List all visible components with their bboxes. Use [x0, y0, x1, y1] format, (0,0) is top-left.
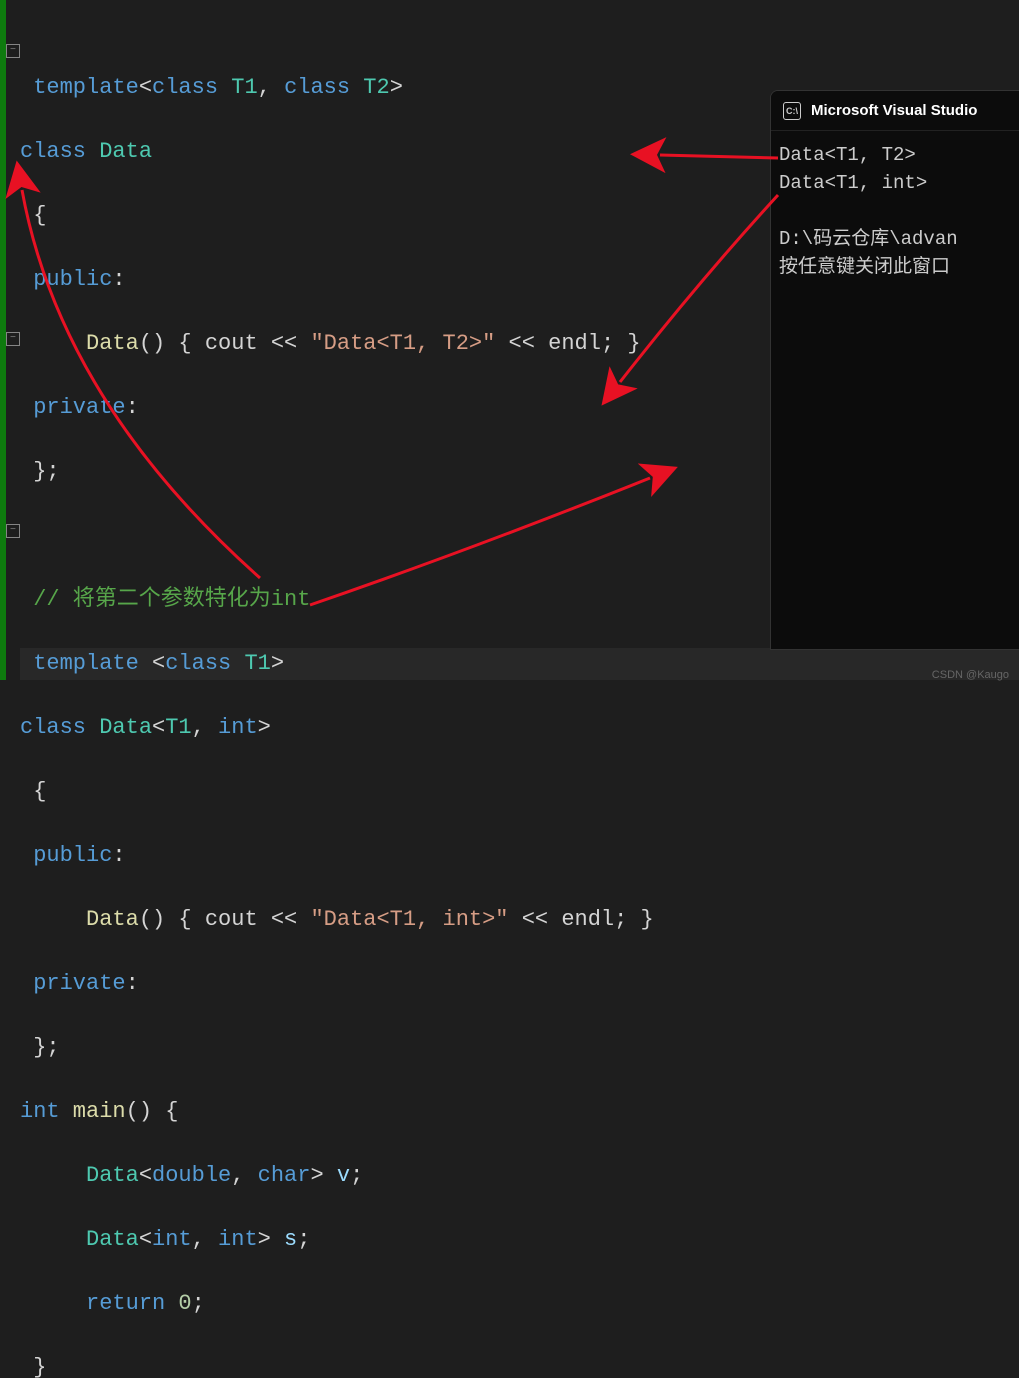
- keyword-template: template: [33, 75, 139, 100]
- code-text[interactable]: template<class T1, class T2> class Data …: [20, 0, 654, 689]
- console-titlebar[interactable]: C:\ Microsoft Visual Studio: [771, 91, 1019, 131]
- keyword-int: int: [20, 1099, 60, 1124]
- keyword-class: class: [20, 139, 86, 164]
- console-title-text: Microsoft Visual Studio: [811, 102, 977, 119]
- comment: // 将第二个参数特化为int: [33, 587, 310, 612]
- fold-gutter: − − −: [6, 0, 20, 689]
- keyword-return: return: [86, 1291, 165, 1316]
- keyword-public: public: [33, 267, 112, 292]
- console-icon: C:\: [783, 102, 801, 120]
- watermark: CSDN @Kaugo: [932, 669, 1009, 681]
- keyword-private: private: [33, 395, 125, 420]
- console-output: Data<T1, T2> Data<T1, int> D:\码云仓库\advan…: [771, 131, 1019, 291]
- console-window[interactable]: C:\ Microsoft Visual Studio Data<T1, T2>…: [770, 90, 1019, 650]
- fold-icon[interactable]: −: [6, 524, 20, 538]
- fold-icon[interactable]: −: [6, 332, 20, 346]
- fold-icon[interactable]: −: [6, 44, 20, 58]
